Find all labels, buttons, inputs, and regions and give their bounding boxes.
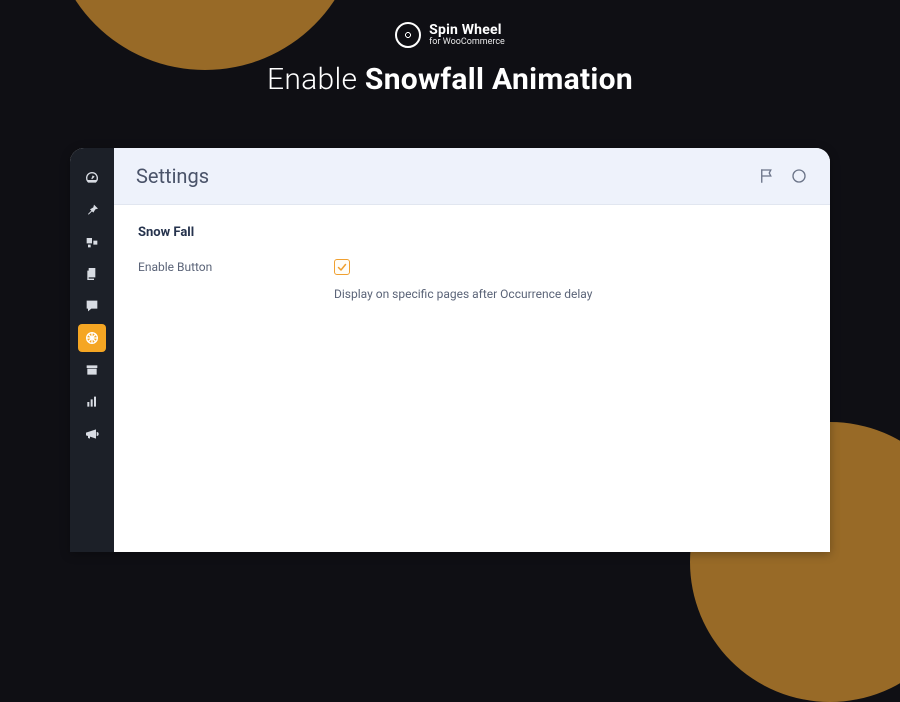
sidebar-item-pin[interactable]: [78, 196, 106, 224]
comment-icon: [84, 298, 100, 314]
field-control: Display on specific pages after Occurren…: [334, 258, 806, 301]
pages-icon: [84, 266, 100, 282]
brand-title: Spin Wheel: [429, 23, 505, 38]
chart-icon: [84, 394, 100, 410]
enable-checkbox[interactable]: [334, 259, 350, 275]
sidebar-item-dashboard[interactable]: [78, 164, 106, 192]
sidebar-item-pages[interactable]: [78, 260, 106, 288]
wheel-icon: [84, 330, 100, 346]
section-title: Snow Fall: [138, 225, 806, 240]
sidebar-item-spinwheel[interactable]: [78, 324, 106, 352]
check-icon: [336, 261, 348, 273]
hero-title-bold: Snowfall Animation: [365, 62, 633, 97]
page-header: Settings: [114, 148, 830, 205]
media-icon: [84, 234, 100, 250]
admin-sidebar: [70, 148, 114, 552]
sidebar-item-media[interactable]: [78, 228, 106, 256]
sidebar-item-marketing[interactable]: [78, 420, 106, 448]
sidebar-item-archive[interactable]: [78, 356, 106, 384]
brand-subtitle: for WooCommerce: [429, 38, 505, 47]
archive-icon: [84, 362, 100, 378]
gauge-icon: [84, 170, 100, 186]
sidebar-item-comments[interactable]: [78, 292, 106, 320]
page-title: Settings: [136, 164, 209, 188]
settings-body: Snow Fall Enable Button Display on speci…: [114, 205, 830, 321]
flag-icon: [758, 167, 776, 185]
hero-title: Enable Snowfall Animation: [0, 62, 900, 97]
app-panel: Settings Snow Fall Enable Button Display…: [70, 148, 830, 552]
flag-button[interactable]: [758, 167, 776, 185]
brand-logo: Spin Wheel for WooCommerce: [395, 22, 505, 48]
megaphone-icon: [84, 426, 100, 442]
pin-icon: [84, 202, 100, 218]
hero-title-light: Enable: [267, 62, 365, 97]
spinwheel-logo-icon: [395, 22, 421, 48]
field-description: Display on specific pages after Occurren…: [334, 287, 806, 301]
hero: Spin Wheel for WooCommerce Enable Snowfa…: [0, 0, 900, 97]
content-area: Settings Snow Fall Enable Button Display…: [114, 148, 830, 552]
help-button[interactable]: [790, 167, 808, 185]
sidebar-item-analytics[interactable]: [78, 388, 106, 416]
header-actions: [758, 167, 808, 185]
field-enable-button: Enable Button Display on specific pages …: [138, 258, 806, 301]
circle-icon: [790, 167, 808, 185]
field-label: Enable Button: [138, 258, 334, 274]
